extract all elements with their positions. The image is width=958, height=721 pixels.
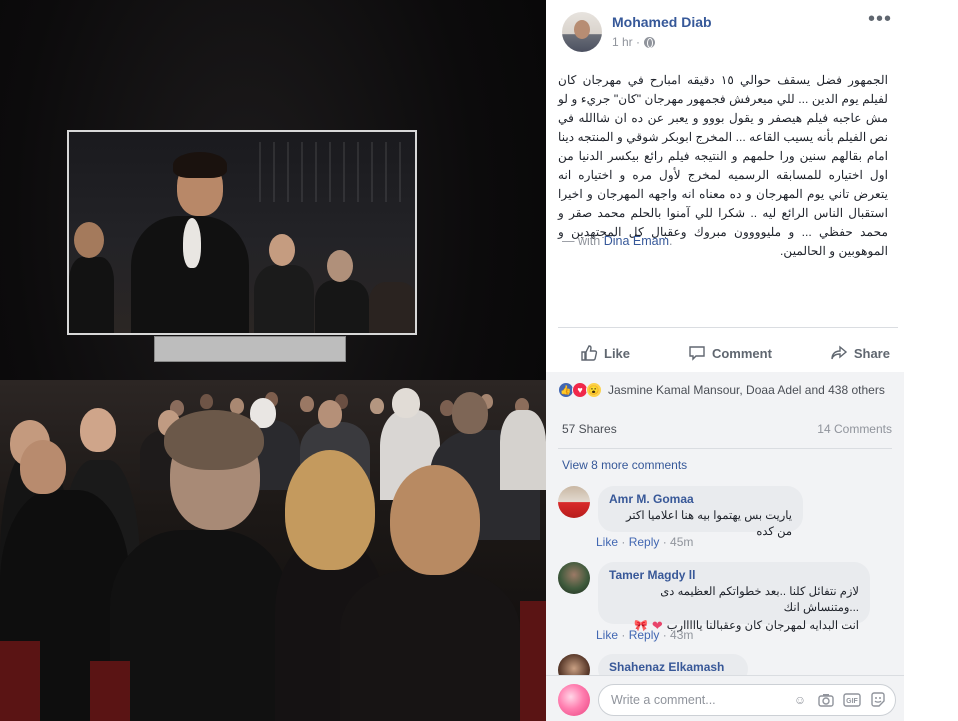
comment-reply-link[interactable]: Reply: [629, 535, 660, 549]
like-button[interactable]: Like: [580, 340, 630, 366]
screen-figure-shirt: [183, 218, 201, 268]
screen-lights: [259, 142, 409, 202]
comment-time[interactable]: 43m: [670, 628, 693, 642]
screen-figure-hair: [173, 152, 227, 178]
screen-figure: [69, 257, 114, 333]
comment-input[interactable]: Write a comment... ☺ GIF: [598, 684, 896, 716]
emoji-icon[interactable]: ☺: [791, 691, 809, 709]
current-user-avatar[interactable]: [558, 684, 590, 716]
author-name[interactable]: Mohamed Diab: [612, 14, 712, 30]
composer-icons: ☺ GIF: [791, 691, 887, 709]
screen-figure: [315, 280, 369, 333]
tagged-line: — with Dina Emam.: [562, 234, 672, 248]
share-icon: [831, 345, 847, 360]
share-label: Share: [853, 345, 890, 361]
avatar-face: [574, 20, 590, 39]
comment-placeholder[interactable]: Write a comment...: [611, 693, 716, 707]
comment-reply-link[interactable]: Reply: [629, 628, 660, 642]
comment-like-link[interactable]: Like: [596, 628, 618, 642]
like-label: Like: [604, 345, 631, 361]
post-time-text[interactable]: 1 hr ·: [612, 35, 640, 49]
comment-bubble: Tamer Magdy ll لازم نتفائل كلنا ..بعد خط…: [598, 562, 870, 633]
post-message: الجمهور فضل يسقف حوالي ١٥ دقيقه امبارح ف…: [558, 73, 888, 258]
post-actions: Like Comment Share: [546, 340, 904, 366]
comment-icon: [689, 346, 705, 361]
comment-bubble: Amr M. Gomaa ياريت بس يهتموا بيه هنا اعل…: [598, 486, 803, 538]
screen-figure: [254, 265, 314, 333]
divider: [558, 448, 892, 449]
wow-reaction-icon: 😮: [586, 382, 602, 398]
tagged-person-link[interactable]: Dina Emam: [604, 234, 669, 248]
comments-count[interactable]: 14 Comments: [817, 422, 892, 436]
comment-button[interactable]: Comment: [688, 340, 772, 366]
comment-label: Comment: [711, 345, 772, 361]
comment-like-link[interactable]: Like: [596, 535, 618, 549]
divider: [558, 327, 898, 328]
share-button[interactable]: Share: [830, 340, 890, 366]
comment-time[interactable]: 45m: [670, 535, 693, 549]
author-avatar[interactable]: [562, 12, 602, 52]
screen-figure: [269, 234, 295, 266]
camera-icon[interactable]: [817, 691, 835, 709]
globe-icon: [644, 36, 656, 48]
screen-figure: [327, 250, 353, 282]
photo-viewer: Mohamed Diab 1 hr · ••• الجمهور فضل يسقف…: [0, 0, 958, 721]
subtitle-screen: [154, 336, 346, 362]
audience: [0, 380, 546, 721]
tagged-suffix: .: [668, 234, 673, 248]
commenter-avatar[interactable]: [558, 486, 590, 518]
post-timestamp[interactable]: 1 hr ·: [612, 35, 656, 49]
comment-text: لازم نتفائل كلنا ..بعد خطواتكم العظيمه د…: [660, 586, 859, 614]
view-more-comments-link[interactable]: View 8 more comments: [562, 458, 687, 472]
reaction-summary[interactable]: 👍 ♥ 😮 Jasmine Kamal Mansour, Doaa Adel a…: [558, 382, 885, 398]
svg-text:GIF: GIF: [846, 698, 858, 705]
shares-count[interactable]: 57 Shares: [562, 422, 617, 436]
gif-icon[interactable]: GIF: [843, 691, 861, 709]
commenter-name[interactable]: Amr M. Gomaa: [609, 492, 792, 506]
sticker-icon[interactable]: [869, 691, 887, 709]
tagged-prefix: — with: [562, 234, 604, 248]
more-options-icon[interactable]: •••: [868, 8, 892, 31]
post-side-panel: Mohamed Diab 1 hr · ••• الجمهور فضل يسقف…: [546, 0, 958, 721]
reaction-names[interactable]: Jasmine Kamal Mansour, Doaa Adel and 438…: [608, 383, 885, 397]
reactions-and-comments: 👍 ♥ 😮 Jasmine Kamal Mansour, Doaa Adel a…: [546, 372, 904, 721]
commenter-avatar[interactable]: [558, 562, 590, 594]
counts-row: 57 Shares 14 Comments: [562, 422, 892, 436]
screen-figure: [74, 222, 104, 258]
commenter-name[interactable]: Shahenaz Elkamash: [609, 660, 737, 674]
cinema-screen: [67, 130, 417, 335]
thumbs-up-icon: [581, 345, 598, 361]
comment-meta: Like · Reply · 45m: [596, 535, 694, 549]
comment-composer: Write a comment... ☺ GIF: [546, 675, 904, 721]
comment-text-line2: انت البدايه لمهرجان كان وعقبالنا يااااار…: [666, 620, 859, 632]
comment-meta: Like · Reply · 43m: [596, 628, 694, 642]
commenter-name[interactable]: Tamer Magdy ll: [609, 568, 859, 582]
screen-figure: [369, 282, 415, 333]
post-photo[interactable]: [0, 0, 546, 721]
